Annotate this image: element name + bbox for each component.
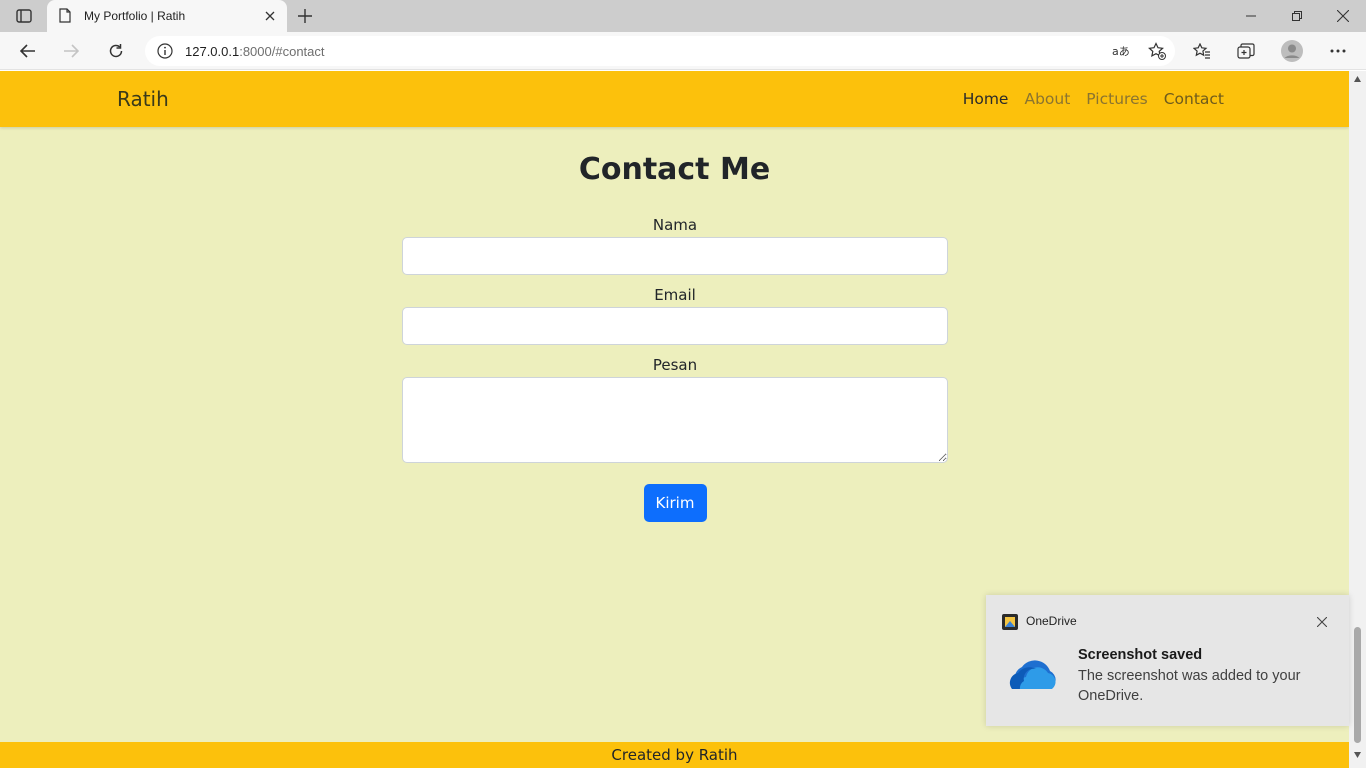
url-text: 127.0.0.1:8000/#contact: [185, 44, 1103, 59]
notification-title: Screenshot saved: [1078, 647, 1203, 663]
onedrive-notification[interactable]: OneDrive Screenshot saved The screenshot…: [986, 595, 1349, 726]
email-label: Email: [654, 286, 696, 304]
collections-icon: [1237, 43, 1255, 59]
svg-text:aあ: aあ: [1112, 45, 1130, 58]
favorites-icon: [1193, 43, 1210, 59]
url-host: 127.0.0.1: [185, 43, 240, 59]
url-path: :8000/#contact: [239, 43, 325, 59]
submit-wrapper: Kirim: [402, 484, 948, 522]
notification-app-name: OneDrive: [1026, 614, 1077, 628]
minimize-icon: [1246, 15, 1256, 17]
tab-close-icon[interactable]: [257, 3, 283, 29]
scroll-up-icon[interactable]: [1353, 75, 1362, 83]
back-button[interactable]: [12, 36, 44, 66]
tab-actions-icon: [16, 9, 32, 23]
site-navbar: Ratih Home About Pictures Contact: [0, 71, 1349, 127]
settings-menu-button[interactable]: [1320, 36, 1356, 66]
contact-form: Nama Email Pesan Kirim: [402, 213, 948, 522]
collections-button[interactable]: [1228, 36, 1264, 66]
back-arrow-icon: [20, 44, 35, 58]
new-tab-button[interactable]: [292, 4, 318, 28]
refresh-icon: [109, 44, 123, 58]
site-info-icon[interactable]: [145, 43, 185, 59]
brand-link[interactable]: Ratih: [117, 87, 169, 111]
notification-close-icon[interactable]: [1312, 612, 1332, 632]
plus-icon: [298, 9, 312, 23]
tab-title: My Portfolio | Ratih: [84, 9, 186, 23]
nav-home-link[interactable]: Home: [963, 90, 1009, 108]
message-field[interactable]: [402, 377, 948, 463]
close-icon: [1337, 10, 1349, 22]
nav-about-link[interactable]: About: [1024, 90, 1070, 108]
address-toolbar: 127.0.0.1:8000/#contact aあ: [0, 32, 1366, 70]
page-icon: [59, 8, 73, 24]
active-tab[interactable]: My Portfolio | Ratih: [47, 0, 287, 32]
scrollbar-thumb[interactable]: [1354, 627, 1361, 743]
minimize-button[interactable]: [1228, 0, 1274, 32]
more-icon: [1330, 49, 1346, 53]
page-scrollbar[interactable]: [1349, 71, 1366, 768]
profile-button[interactable]: [1274, 36, 1310, 66]
message-label: Pesan: [652, 356, 698, 374]
submit-button[interactable]: Kirim: [643, 484, 707, 522]
nav-contact-link[interactable]: Contact: [1164, 90, 1224, 108]
address-bar[interactable]: 127.0.0.1:8000/#contact aあ: [145, 36, 1175, 66]
tab-strip: My Portfolio | Ratih: [0, 0, 1366, 32]
nav-pictures-link[interactable]: Pictures: [1086, 90, 1147, 108]
add-favorite-icon[interactable]: [1139, 36, 1175, 66]
forward-arrow-icon: [64, 44, 79, 58]
refresh-button[interactable]: [100, 36, 132, 66]
nav-links: Home About Pictures Contact: [963, 90, 1224, 108]
favorites-button[interactable]: [1184, 36, 1220, 66]
onedrive-cloud-icon: [1009, 660, 1056, 689]
site-footer: Created by Ratih: [0, 742, 1349, 768]
tab-actions-button[interactable]: [10, 6, 38, 26]
restore-button[interactable]: [1274, 0, 1320, 32]
email-field[interactable]: [402, 307, 948, 345]
read-aloud-icon[interactable]: aあ: [1103, 36, 1139, 66]
forward-button[interactable]: [55, 36, 87, 66]
close-window-button[interactable]: [1320, 0, 1366, 32]
name-field[interactable]: [402, 237, 948, 275]
scroll-down-icon[interactable]: [1353, 751, 1362, 759]
onedrive-app-icon: [1002, 614, 1018, 630]
restore-icon: [1292, 11, 1302, 21]
avatar-icon: [1281, 40, 1303, 62]
page-title: Contact Me: [578, 152, 771, 187]
notification-body: The screenshot was added to your OneDriv…: [1078, 668, 1301, 704]
name-label: Nama: [652, 216, 698, 234]
